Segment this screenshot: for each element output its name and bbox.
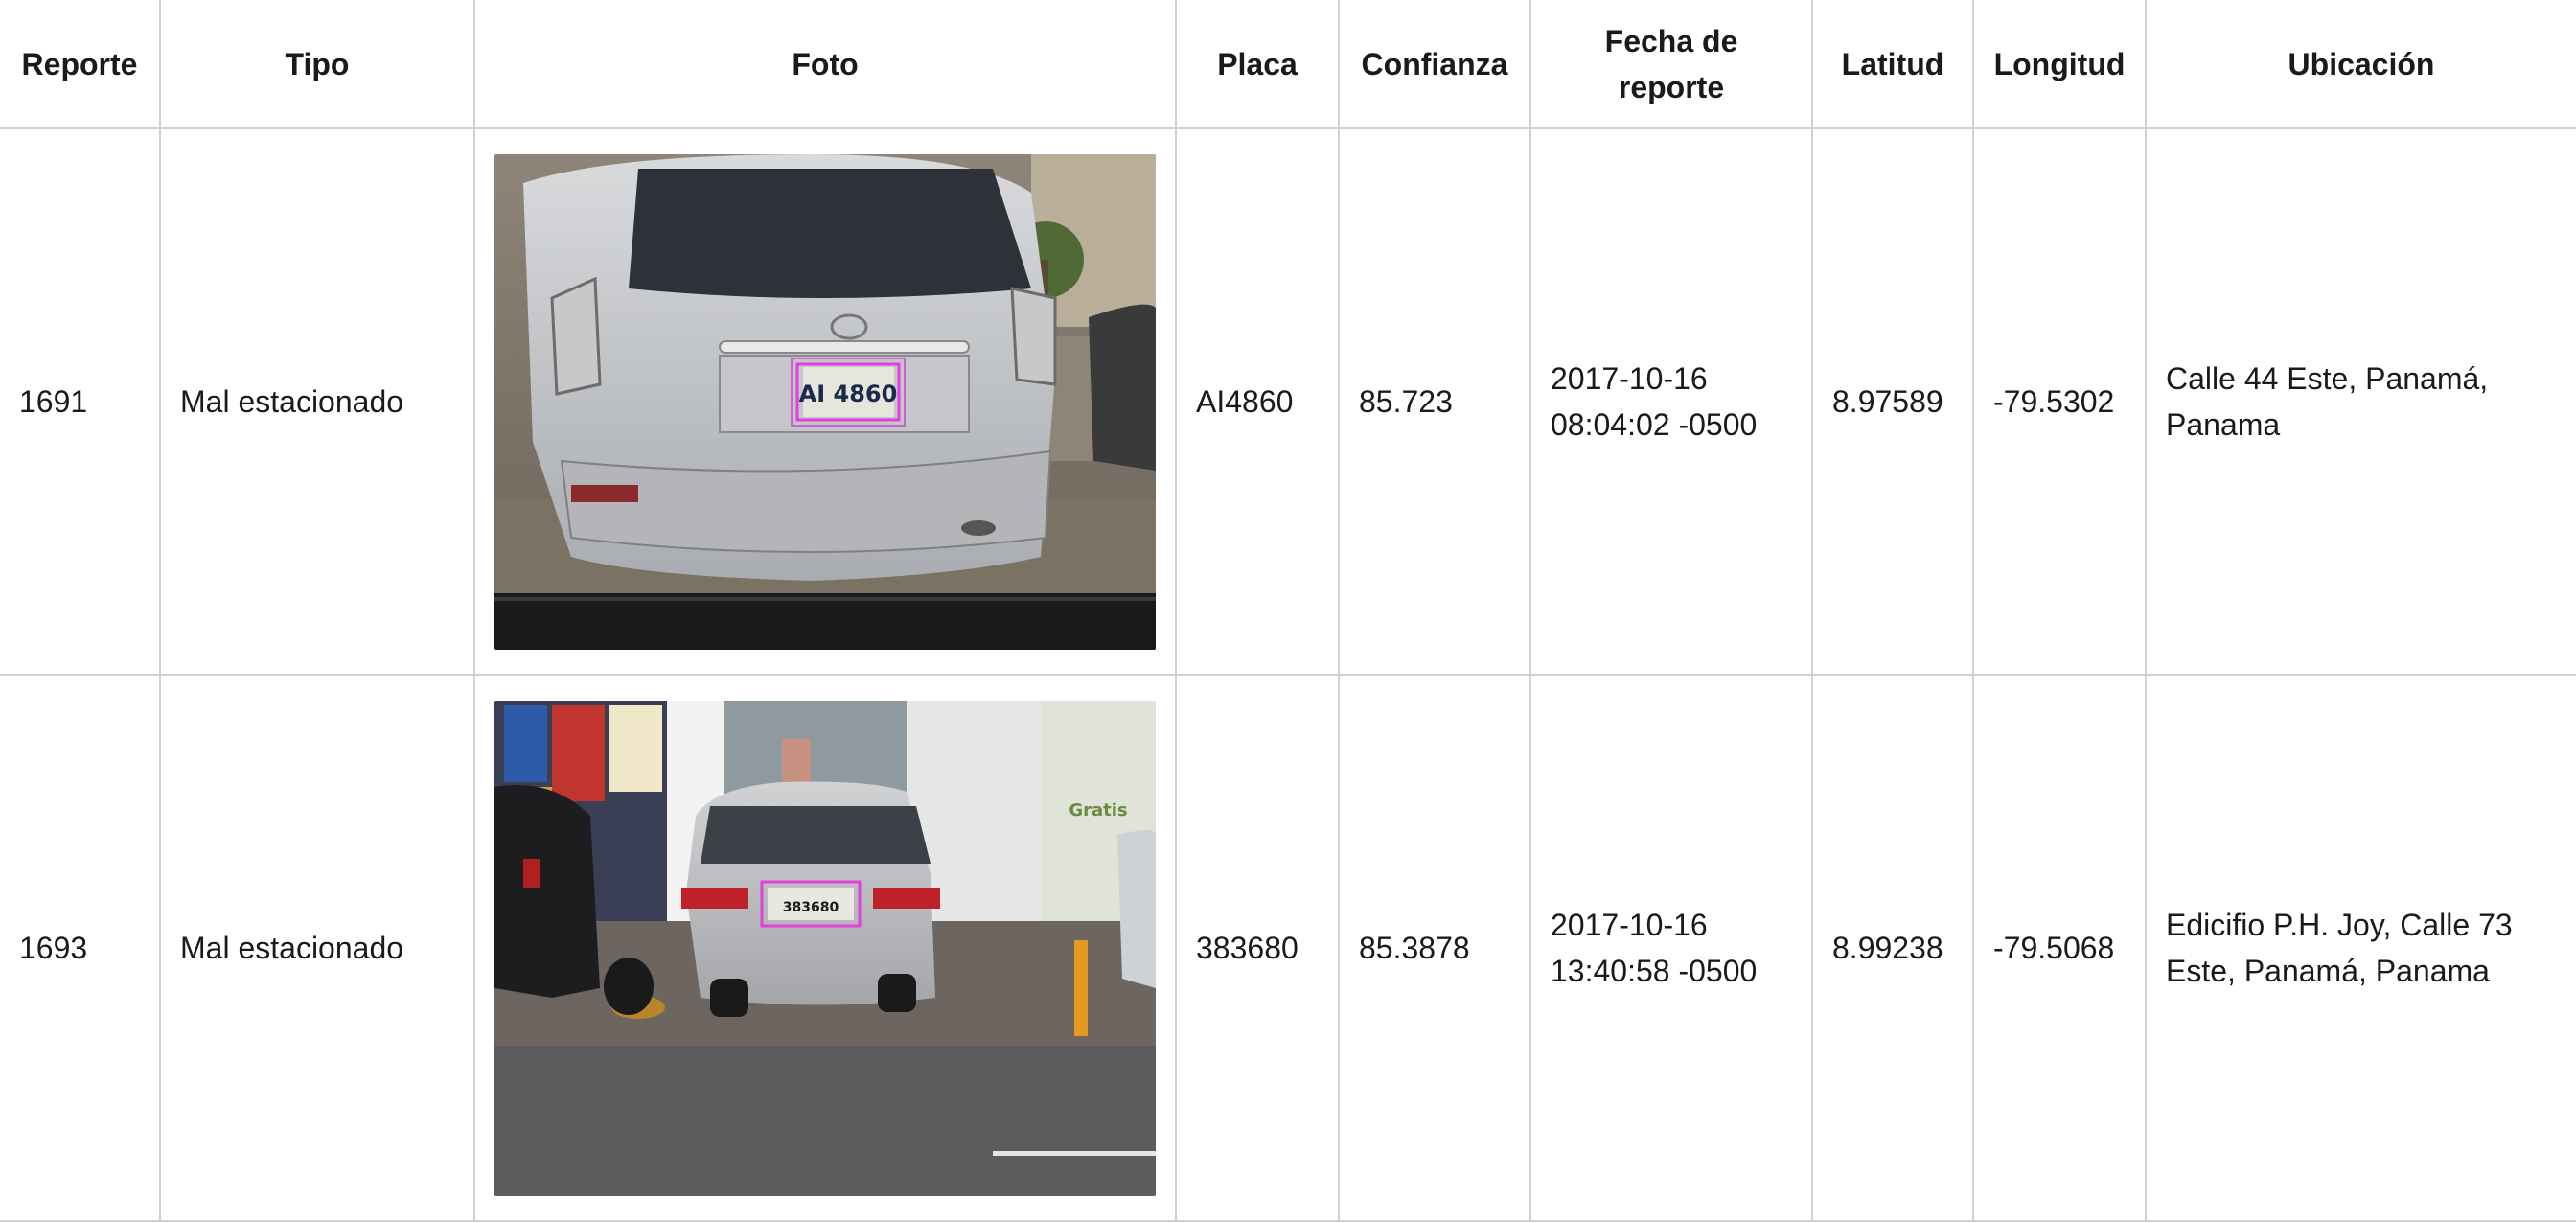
cell-longitud: -79.5302 — [1972, 127, 2147, 676]
cell-fecha: 2017-10-16 08:04:02 -0500 — [1530, 127, 1813, 676]
cell-tipo: Mal estacionado — [159, 674, 475, 1222]
cell-latitud: 8.99238 — [1811, 674, 1974, 1222]
cell-foto: Gratis 383680 — [473, 674, 1177, 1222]
header-fecha: Fecha de reporte — [1530, 0, 1813, 129]
report-photo[interactable]: AI 4860 — [494, 153, 1156, 650]
cell-placa: AI4860 — [1175, 127, 1340, 676]
fecha-date: 2017-10-16 — [1551, 908, 1708, 942]
cell-fecha: 2017-10-16 13:40:58 -0500 — [1530, 674, 1813, 1222]
table-row: 1691 Mal estacionado AI 4860 AI4860 85.7… — [0, 127, 2576, 676]
cell-confianza: 85.3878 — [1338, 674, 1531, 1222]
fecha-time: 13:40:58 -0500 — [1551, 954, 1758, 988]
cell-latitud: 8.97589 — [1811, 127, 1974, 676]
cell-longitud: -79.5068 — [1972, 674, 2147, 1222]
cell-confianza: 85.723 — [1338, 127, 1531, 676]
cell-ubicacion: Edicifio P.H. Joy, Calle 73 Este, Panamá… — [2145, 674, 2576, 1222]
report-photo[interactable]: Gratis 383680 — [494, 700, 1156, 1196]
cell-reporte: 1693 — [0, 674, 161, 1222]
header-fecha-line1: Fecha de — [1604, 23, 1738, 58]
fecha-date: 2017-10-16 — [1551, 361, 1708, 396]
cell-tipo: Mal estacionado — [159, 127, 475, 676]
photo-plate-label: 383680 — [783, 900, 840, 915]
header-latitud: Latitud — [1811, 0, 1974, 129]
header-reporte: Reporte — [0, 0, 161, 129]
cell-ubicacion: Calle 44 Este, Panamá, Panama — [2145, 127, 2576, 676]
photo-plate-label: AI 4860 — [799, 381, 898, 407]
header-fecha-line2: reporte — [1618, 69, 1725, 104]
header-ubicacion: Ubicación — [2145, 0, 2576, 129]
header-tipo: Tipo — [159, 0, 475, 129]
header-longitud: Longitud — [1972, 0, 2147, 129]
photo-sign-label: Gratis — [1069, 800, 1127, 820]
table-header-row: Reporte Tipo Foto Placa Confianza Fecha … — [0, 0, 2576, 129]
fecha-time: 08:04:02 -0500 — [1551, 407, 1758, 442]
table-row: 1693 Mal estacionado Gratis 383680 38368… — [0, 674, 2576, 1222]
cell-reporte: 1691 — [0, 127, 161, 676]
cell-placa: 383680 — [1175, 674, 1340, 1222]
header-confianza: Confianza — [1338, 0, 1531, 129]
reports-table: Reporte Tipo Foto Placa Confianza Fecha … — [0, 0, 2576, 1222]
cell-foto: AI 4860 — [473, 127, 1177, 676]
header-foto: Foto — [473, 0, 1177, 129]
header-placa: Placa — [1175, 0, 1340, 129]
